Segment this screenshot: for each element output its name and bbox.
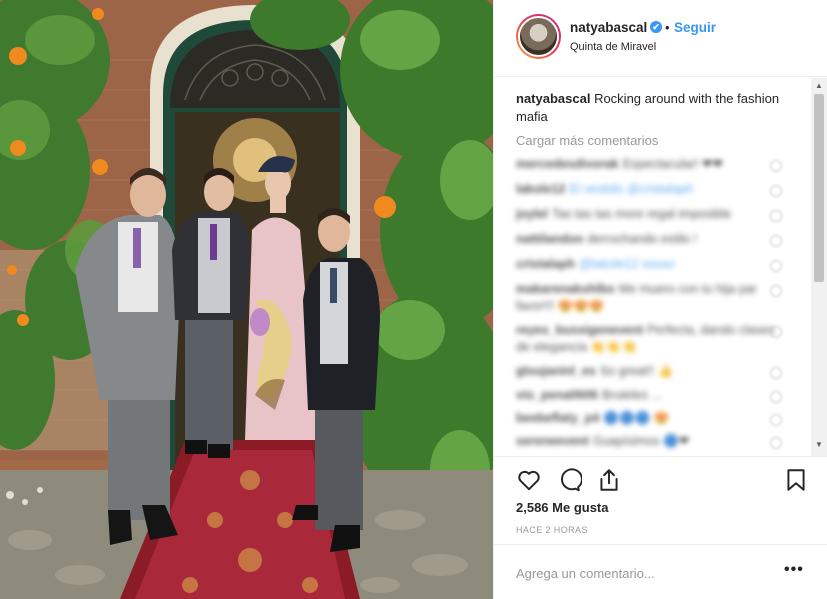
avatar-image	[518, 16, 559, 57]
username-link[interactable]: natyabascal	[570, 20, 647, 35]
comment-item: joylel Tas tas tas more regal imposible	[516, 206, 786, 223]
comment-item: lakole12 El vestido @cristalaph	[516, 181, 786, 198]
verified-badge-icon: ✔	[650, 21, 662, 33]
comment-text: derrochando estilo !	[587, 232, 698, 246]
post-timestamp[interactable]: HACE 2 HORAS	[516, 525, 588, 535]
comment-username[interactable]: lakole12	[516, 182, 565, 196]
comment-username[interactable]: beebeflaty_p4	[516, 411, 599, 425]
comment-item: vio_pena0606 Bruteles ...	[516, 387, 786, 404]
comment-like-icon[interactable]	[770, 210, 782, 222]
comment-item: reyes_bussigenevent Perfecta, dando clase…	[516, 322, 786, 356]
comment-username[interactable]: gloujaninl_es	[516, 364, 596, 378]
comment-username[interactable]: vio_pena0606	[516, 388, 598, 402]
comment-like-icon[interactable]	[770, 160, 782, 172]
heart-icon[interactable]	[516, 467, 542, 493]
share-icon[interactable]	[596, 467, 622, 493]
comment-icon[interactable]	[556, 467, 582, 493]
comments-scrollbar[interactable]: ▲ ▼	[811, 78, 827, 456]
comment-item: nattilandon derrochando estilo !	[516, 231, 786, 248]
separator-dot: •	[665, 20, 670, 35]
comment-like-icon[interactable]	[770, 367, 782, 379]
comment-item: makarenakohlbs Me muero con tu hija par f…	[516, 281, 786, 315]
bookmark-icon[interactable]	[783, 467, 809, 493]
add-comment-input[interactable]	[516, 561, 766, 585]
comment-text: El vestido @cristalaph	[569, 182, 694, 196]
load-more-comments-button[interactable]: Cargar más comentarios	[516, 133, 658, 148]
follow-button[interactable]: Seguir	[674, 20, 716, 35]
comment-like-icon[interactable]	[770, 235, 782, 247]
comment-username[interactable]: makarenakohlbs	[516, 282, 615, 296]
comment-text: @lakole12 xoxxo	[579, 257, 675, 271]
comment-username[interactable]: nattilandon	[516, 232, 583, 246]
comment-username[interactable]: mercedesdivorak	[516, 157, 619, 171]
comment-like-icon[interactable]	[770, 414, 782, 426]
comment-item: sereneevent Guapísimos 🔵❤	[516, 433, 786, 450]
comment-username[interactable]: sereneevent	[516, 434, 589, 448]
scrollbar-thumb[interactable]	[814, 94, 824, 282]
post-header: natyabascal ✔ • Seguir Quinta de Miravel	[494, 0, 827, 77]
comment-text: Guapísimos 🔵❤	[592, 434, 690, 448]
add-comment-bar: •••	[494, 544, 827, 599]
comment-like-icon[interactable]	[770, 185, 782, 197]
comments-list[interactable]: natyabascal Rocking around with the fash…	[494, 78, 827, 456]
comment-text: 🔵🔵🔵 😍	[603, 411, 670, 425]
comment-item: gloujaninl_es So great!! 👍	[516, 363, 786, 380]
comment-username[interactable]: joylel	[516, 207, 548, 221]
instagram-post: natyabascal ✔ • Seguir Quinta de Miravel…	[0, 0, 827, 599]
comment-text: So great!! 👍	[599, 364, 674, 378]
location-link[interactable]: Quinta de Miravel	[570, 41, 656, 53]
post-actions-bar	[494, 456, 827, 502]
comment-like-icon[interactable]	[770, 437, 782, 449]
post-side-panel: natyabascal ✔ • Seguir Quinta de Miravel…	[493, 0, 827, 599]
comment-text: Bruteles ...	[602, 388, 662, 402]
more-options-icon[interactable]: •••	[784, 561, 804, 579]
comment-username[interactable]: reyes_bussigenevent	[516, 323, 643, 337]
comment-item: beebeflaty_p4 🔵🔵🔵 😍	[516, 410, 786, 427]
comment-like-icon[interactable]	[770, 285, 782, 297]
avatar[interactable]	[516, 14, 561, 59]
post-caption: natyabascal Rocking around with the fash…	[516, 90, 791, 126]
post-photo-illustration	[0, 0, 493, 599]
likes-count[interactable]: 2,586 Me gusta	[516, 500, 609, 515]
scroll-up-arrow-icon[interactable]: ▲	[815, 81, 823, 90]
comment-item: mercedesdivorak Espectacular! ❤❤	[516, 156, 786, 173]
comment-username[interactable]: cristalaph	[516, 257, 575, 271]
comment-like-icon[interactable]	[770, 391, 782, 403]
comment-text: Tas tas tas more regal imposible	[551, 207, 732, 221]
caption-username[interactable]: natyabascal	[516, 91, 590, 106]
comment-like-icon[interactable]	[770, 326, 782, 338]
comment-text: Espectacular! ❤❤	[622, 157, 723, 171]
comment-item: cristalaph @lakole12 xoxxo	[516, 256, 786, 273]
scroll-down-arrow-icon[interactable]: ▼	[815, 440, 823, 449]
comment-like-icon[interactable]	[770, 260, 782, 272]
post-photo[interactable]	[0, 0, 493, 599]
